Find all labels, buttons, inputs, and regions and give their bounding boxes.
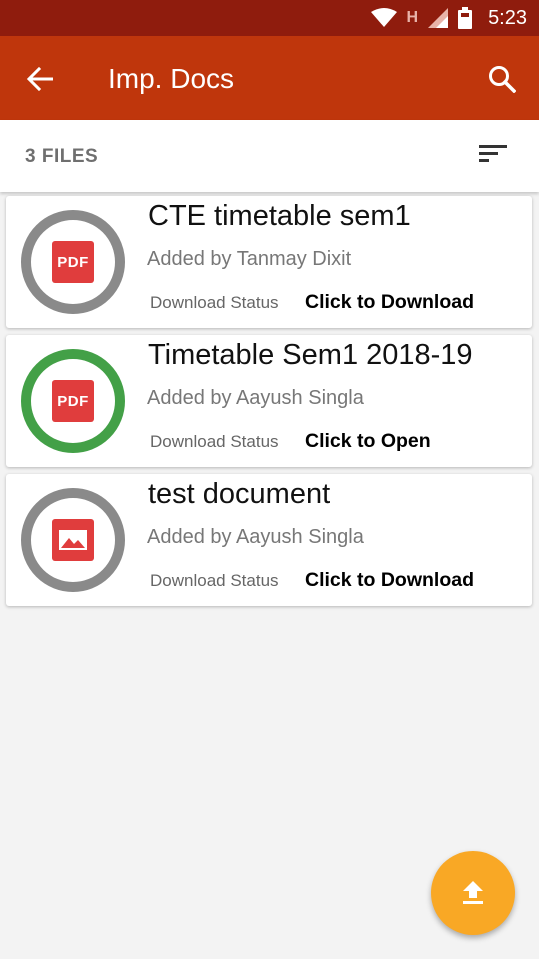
image-mountain-icon [59,530,87,550]
file-added-by: Added by Aayush Singla [147,387,364,409]
back-button[interactable] [22,62,58,96]
wifi-icon [370,8,397,27]
file-added-by: Added by Aayush Singla [147,526,364,548]
file-name: Timetable Sem1 2018-19 [148,339,473,371]
download-status-label: Download Status [150,432,279,451]
download-status-ring: PDF [21,210,125,314]
sort-button[interactable] [479,142,515,170]
download-status-ring [21,488,125,592]
download-status-label: Download Status [150,293,279,312]
back-arrow-icon [27,67,53,91]
files-header: 3 FILES [0,120,539,192]
open-action[interactable]: Click to Open [305,430,431,453]
app-bar: Imp. Docs [0,36,539,120]
page-title: Imp. Docs [108,63,235,94]
download-status-label: Download Status [150,571,279,590]
sort-icon [479,145,507,162]
search-button[interactable] [485,62,519,96]
search-icon [489,66,516,93]
file-name: test document [148,478,331,510]
image-icon [52,519,94,561]
download-status-ring: PDF [21,349,125,453]
network-type-label: H [406,9,419,26]
file-added-by: Added by Tanmay Dixit [147,248,352,270]
file-card[interactable]: PDF CTE timetable sem1 Added by Tanmay D… [6,196,532,328]
files-count-label: 3 FILES [25,146,99,167]
pdf-icon: PDF [52,380,94,422]
pdf-icon: PDF [52,241,94,283]
download-action[interactable]: Click to Download [305,569,474,592]
upload-icon [463,881,483,904]
status-icons: H 5:23 [370,0,527,36]
file-name: CTE timetable sem1 [148,200,411,232]
status-bar: H 5:23 [0,0,539,36]
file-card[interactable]: PDF Timetable Sem1 2018-19 Added by Aayu… [6,335,532,467]
file-card[interactable]: test document Added by Aayush Singla Dow… [6,474,532,606]
status-time: 5:23 [488,6,527,29]
download-action[interactable]: Click to Download [305,291,474,314]
battery-icon [458,7,473,29]
upload-fab[interactable] [431,851,515,935]
signal-icon [428,8,449,28]
